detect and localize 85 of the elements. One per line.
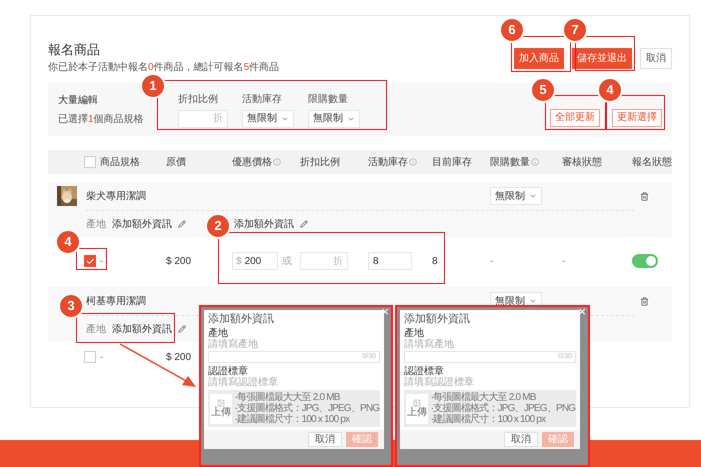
outline-button[interactable]: 全部更新 xyxy=(550,108,600,126)
trash-icon[interactable] xyxy=(640,192,649,200)
field-label: 認證標章 xyxy=(404,366,444,377)
spec-text: - xyxy=(100,254,104,268)
info-icon xyxy=(273,158,281,166)
toggle-switch[interactable] xyxy=(632,254,658,268)
bulk-edit-title: 大量編輯 xyxy=(58,94,98,108)
column-header: 優惠價格 xyxy=(232,154,281,170)
spec-text: - xyxy=(100,350,104,364)
field-hint: 請填寫產地 xyxy=(208,339,258,350)
field-hint: 請填寫產地 xyxy=(404,339,454,350)
add-extra-link[interactable]: 添加額外資訊 xyxy=(234,216,294,232)
field-label: 產地 xyxy=(404,328,424,339)
limit-select[interactable]: 無限制 xyxy=(490,187,542,205)
product-name: 柯基專用潔調 xyxy=(86,294,146,308)
info-icon xyxy=(531,158,539,166)
step-badge: 4 xyxy=(597,77,623,103)
select-field[interactable]: 無限制 xyxy=(308,110,360,128)
step-badge: 6 xyxy=(499,17,525,43)
pencil-icon[interactable] xyxy=(178,220,186,228)
select-field[interactable]: 無限制 xyxy=(242,110,294,128)
upload-note: ‧建議圖檔尺寸：100 x 100 px xyxy=(431,414,546,425)
selection-count: 已選擇1個商品規格 xyxy=(58,112,144,126)
stock-text: 8 xyxy=(432,254,438,268)
trash-icon[interactable] xyxy=(640,296,649,306)
field-label: 產地 xyxy=(208,328,228,339)
step-badge: 4 xyxy=(55,229,81,255)
caret-icon xyxy=(529,297,537,305)
info-icon xyxy=(409,158,417,166)
field-label: 活動庫存 xyxy=(242,92,282,106)
limit-text: - xyxy=(490,254,494,268)
add-extra-link[interactable]: 添加額外資訊 xyxy=(112,216,172,232)
column-header: 商品規格 xyxy=(100,156,140,170)
column-header: 折扣比例 xyxy=(300,156,340,170)
dialog-title: 添加額外資訊 xyxy=(208,313,274,326)
review-text: - xyxy=(562,254,566,268)
field-label: 限購數量 xyxy=(308,92,348,106)
outline-button[interactable]: 更新選擇 xyxy=(612,108,662,126)
summary-text: 你已於本子活動中報名0件商品，總計可報名5件商品 xyxy=(48,60,280,75)
image-icon xyxy=(413,399,421,407)
product-name: 柴犬專用潔調 xyxy=(86,190,146,204)
dialog-button[interactable]: 取消 xyxy=(504,432,538,447)
upload-note: ‧支援圖檔格式：JPG、JPEG、PNG xyxy=(235,403,380,414)
column-header: 目前庫存 xyxy=(432,156,472,170)
upload-button[interactable]: 上傳 xyxy=(210,394,232,424)
action-button[interactable]: 加入商品 xyxy=(514,48,564,69)
upload-note: ‧每張圖檔最大大至 2.0 MB xyxy=(431,392,536,403)
extra-label: 產地 xyxy=(86,322,106,336)
stock-field[interactable]: 8 xyxy=(368,252,412,270)
step-badge: 1 xyxy=(140,73,166,99)
image-icon xyxy=(217,399,225,407)
close-button[interactable]: × xyxy=(578,307,586,319)
action-button[interactable]: 儲存並退出 xyxy=(572,48,632,69)
add-extra-link[interactable]: 添加額外資訊 xyxy=(112,322,172,336)
field-label: 折扣比例 xyxy=(178,92,218,106)
step-badge: 5 xyxy=(530,77,556,103)
price-field[interactable]: $ 200 xyxy=(232,252,278,270)
column-header: 限購數量 xyxy=(490,154,539,170)
dialog-title: 添加額外資訊 xyxy=(404,313,470,326)
highlight-frame xyxy=(76,248,107,270)
column-header: 活動庫存 xyxy=(368,154,417,170)
checkbox[interactable] xyxy=(84,156,96,168)
field-hint: 請填寫認證標章 xyxy=(404,377,474,388)
extra-label: 產地 xyxy=(86,218,106,232)
column-header: 審核狀態 xyxy=(562,156,602,170)
upload-note: ‧支援圖檔格式：JPG、JPEG、PNG xyxy=(431,403,576,414)
step-badge: 7 xyxy=(562,17,588,43)
dialog-button[interactable]: 取消 xyxy=(308,432,342,447)
price-text: $ 200 xyxy=(166,254,192,268)
upload-note: ‧建議圖檔尺寸：100 x 100 px xyxy=(235,414,350,425)
page-title: 報名商品 xyxy=(48,42,100,58)
action-button[interactable]: 取消 xyxy=(640,48,672,69)
or-text: 或 xyxy=(282,254,292,268)
checkbox[interactable] xyxy=(84,255,96,267)
caret-icon xyxy=(529,192,537,200)
pencil-icon[interactable] xyxy=(178,325,186,333)
field-hint: 請填寫認證標章 xyxy=(208,377,278,388)
upload-button[interactable]: 上傳 xyxy=(406,394,428,424)
column-header: 報名狀態 xyxy=(632,156,672,170)
field-label: 認證標章 xyxy=(208,366,248,377)
pencil-icon[interactable] xyxy=(300,220,308,228)
price-text: $ 200 xyxy=(166,350,192,364)
upload-note: ‧每張圖檔最大大至 2.0 MB xyxy=(235,392,340,403)
checkbox[interactable] xyxy=(84,351,96,363)
column-header: 原價 xyxy=(166,156,186,170)
